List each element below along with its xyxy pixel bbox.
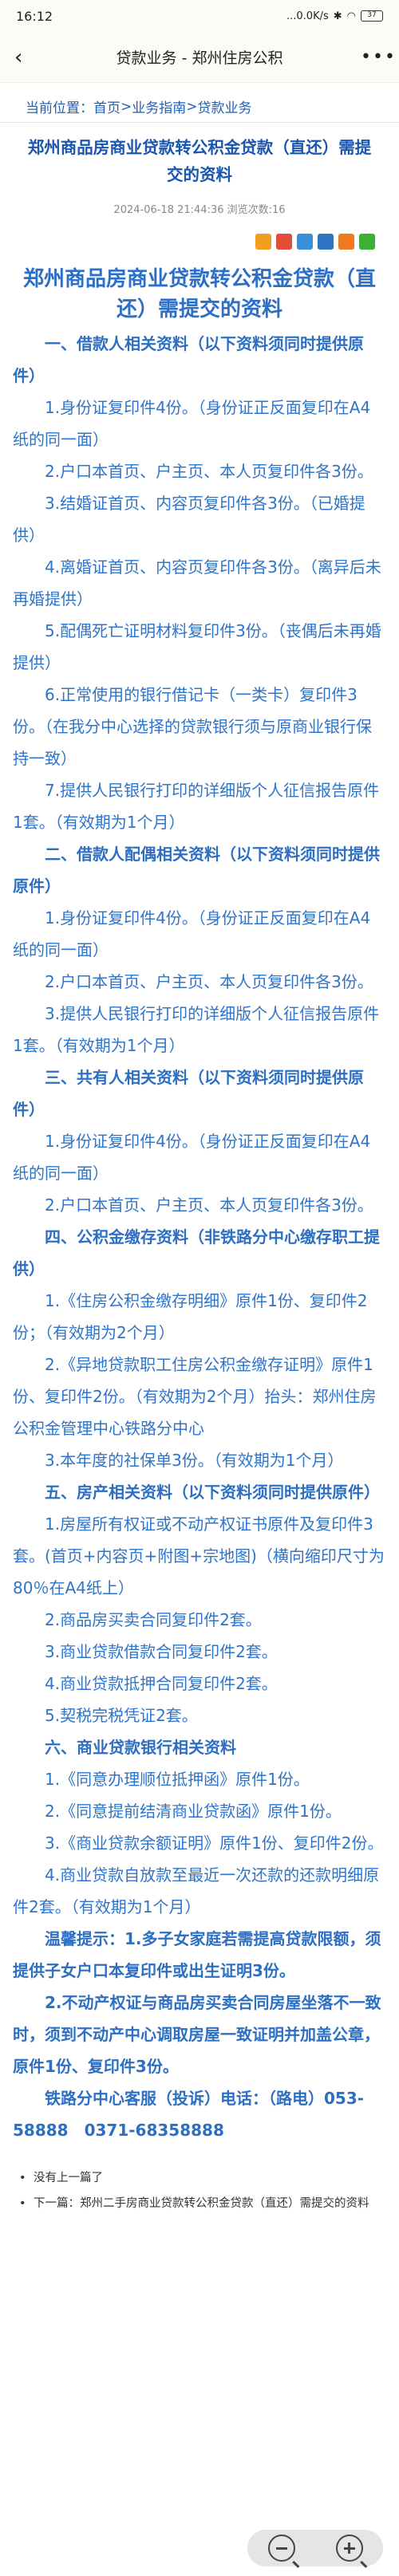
content-paragraph: 2.户口本首页、户主页、本人页复印件各3份。	[45, 1195, 373, 1215]
content-paragraph: 2.户口本首页、户主页、本人页复印件各3份。	[45, 972, 373, 991]
prev-article-text: 没有上一篇了	[34, 2172, 103, 2184]
content-paragraph: 5.配偶死亡证明材料复印件3份。（丧偶后未再婚提供）	[13, 621, 381, 672]
section-heading: 六、商业贷款银行相关资料	[45, 1738, 236, 1757]
content-paragraph: 1.身份证复印件4份。（身份证正反面复印在A4纸的同一面）	[13, 398, 371, 449]
network-speed: ...0.0K/s	[286, 10, 329, 22]
breadcrumb: 当前位置： 首页 > 业务指南 > 贷款业务	[0, 91, 399, 123]
zoom-out-icon[interactable]	[267, 2535, 295, 2562]
bluetooth-icon: ✱	[333, 10, 342, 22]
content-paragraph: 1.《住房公积金缴存明细》原件1份、复印件2份；（有效期为2个月）	[13, 1291, 368, 1342]
content-paragraph: 2.户口本首页、户主页、本人页复印件各3份。	[45, 462, 373, 481]
content-paragraph: 4.商业贷款自放款至最近一次还款的还款明细原件2套。（有效期为1个月）	[13, 1865, 380, 1916]
article-meta: 2024-06-18 21:44:36 浏览次数:16	[0, 201, 399, 216]
content-title: 郑州商品房商业贷款转公积金贷款（直还）需提交的资料	[22, 267, 376, 321]
breadcrumb-label: 当前位置：	[26, 100, 93, 116]
section-heading: 铁路分中心客服（投诉）电话：（路电）053-58888 0371-6835888…	[13, 2089, 365, 2140]
breadcrumb-home-link[interactable]: 首页	[93, 97, 120, 116]
breadcrumb-loan-link[interactable]: 贷款业务	[198, 97, 252, 116]
content-paragraph: 2.商品房买卖合同复印件2套。	[45, 1610, 262, 1629]
status-time: 16:12	[16, 8, 53, 24]
content-paragraph: 3.本年度的社保单3份。（有效期为1个月）	[45, 1451, 344, 1470]
content-paragraph: 3.《商业贷款余额证明》原件1份、复印件2份。	[45, 1834, 384, 1853]
section-heading: 四、公积金缴存资料（非铁路分中心缴存职工提供）	[13, 1227, 380, 1278]
section-heading: 一、借款人相关资料（以下资料须同时提供原件）	[13, 334, 364, 385]
tencent-weibo-share-icon[interactable]	[297, 234, 313, 250]
content-paragraph: 1.房屋所有权证或不动产权证书原件及复印件3套。(首页+内容页+附图+宗地图)（…	[13, 1514, 385, 1597]
douban-share-icon[interactable]	[338, 234, 354, 250]
app-bar: ‹ 贷款业务 - 郑州住房公积 •••	[0, 32, 399, 83]
bullet: •	[19, 2172, 26, 2184]
section-heading: 三、共有人相关资料（以下资料须同时提供原件）	[13, 1068, 364, 1119]
article-title: 郑州商品房商业贷款转公积金贷款（直还）需提交的资料	[27, 138, 372, 184]
qzone-share-icon[interactable]	[255, 234, 271, 250]
share-toolbar	[0, 234, 399, 250]
publish-date: 2024-06-18 21:44:36	[113, 204, 224, 216]
content-paragraph: 2.《异地贷款职工住房公积金缴存证明》原件1份、复印件2份。（有效期为2个月）抬…	[13, 1355, 377, 1438]
renren-share-icon[interactable]	[318, 234, 334, 250]
article-pager: • 没有上一篇了 • 下一篇：郑州二手房商业贷款转公积金贷款（直还）需提交的资料	[0, 2165, 399, 2216]
view-count: 浏览次数:16	[227, 204, 286, 216]
bullet: •	[19, 2197, 26, 2210]
content-paragraph: 1.身份证复印件4份。（身份证正反面复印在A4纸的同一面）	[13, 1132, 371, 1183]
breadcrumb-separator: >	[186, 98, 198, 115]
section-heading: 2.不动产权证与商品房买卖合同房屋坐落不一致时，须到不动产中心调取房屋一致证明并…	[13, 1993, 381, 2076]
article-body: 一、借款人相关资料（以下资料须同时提供原件） 1.身份证复印件4份。（身份证正反面…	[0, 328, 399, 2146]
content-paragraph: 1.身份证复印件4份。（身份证正反面复印在A4纸的同一面）	[13, 908, 371, 959]
section-heading: 温馨提示：1.多子女家庭若需提高贷款限额，须提供子女户口本复印件或出生证明3份。	[13, 1929, 381, 1980]
content-paragraph: 4.商业贷款抵押合同复印件2套。	[45, 1674, 278, 1693]
content-paragraph: 5.契税完税凭证2套。	[45, 1706, 198, 1725]
content-paragraph: 4.离婚证首页、内容页复印件各3份。（离异后未再婚提供）	[13, 557, 381, 609]
breadcrumb-guide-link[interactable]: 业务指南	[132, 97, 186, 116]
app-bar-title: 贷款业务 - 郑州住房公积	[116, 49, 283, 67]
battery-icon: 37	[361, 10, 383, 22]
content-paragraph: 3.商业贷款借款合同复印件2套。	[45, 1642, 278, 1661]
status-bar: 16:12 ...0.0K/s ✱ ◠ 37	[0, 0, 399, 32]
wechat-share-icon[interactable]	[359, 234, 375, 250]
section-heading: 二、借款人配偶相关资料（以下资料须同时提供原件）	[13, 845, 380, 896]
more-icon[interactable]: •••	[361, 47, 395, 67]
zoom-controls	[247, 2530, 383, 2566]
breadcrumb-separator: >	[120, 98, 132, 115]
wifi-icon: ◠	[346, 10, 356, 22]
content-paragraph: 7.提供人民银行打印的详细版个人征信报告原件1套。（有效期为1个月）	[13, 781, 380, 832]
back-icon[interactable]: ‹	[14, 45, 38, 69]
content-paragraph: 1.《同意办理顺位抵押函》原件1份。	[45, 1770, 310, 1789]
weibo-share-icon[interactable]	[276, 234, 292, 250]
prev-article: • 没有上一篇了	[19, 2165, 380, 2191]
status-icons: ...0.0K/s ✱ ◠ 37	[286, 10, 383, 22]
next-article-link[interactable]: 下一篇：郑州二手房商业贷款转公积金贷款（直还）需提交的资料	[34, 2191, 369, 2216]
section-heading: 五、房产相关资料（以下资料须同时提供原件）	[45, 1483, 380, 1502]
next-article[interactable]: • 下一篇：郑州二手房商业贷款转公积金贷款（直还）需提交的资料	[19, 2191, 380, 2216]
content-paragraph: 6.正常使用的银行借记卡（一类卡）复印件3份。（在我分中心选择的贷款银行须与原商…	[13, 685, 372, 768]
content-paragraph: 2.《同意提前结清商业贷款函》原件1份。	[45, 1802, 342, 1821]
zoom-in-icon[interactable]	[335, 2535, 363, 2562]
content-paragraph: 3.提供人民银行打印的详细版个人征信报告原件1套。（有效期为1个月）	[13, 1004, 380, 1055]
content-paragraph: 3.结婚证首页、内容页复印件各3份。（已婚提供）	[13, 494, 365, 545]
